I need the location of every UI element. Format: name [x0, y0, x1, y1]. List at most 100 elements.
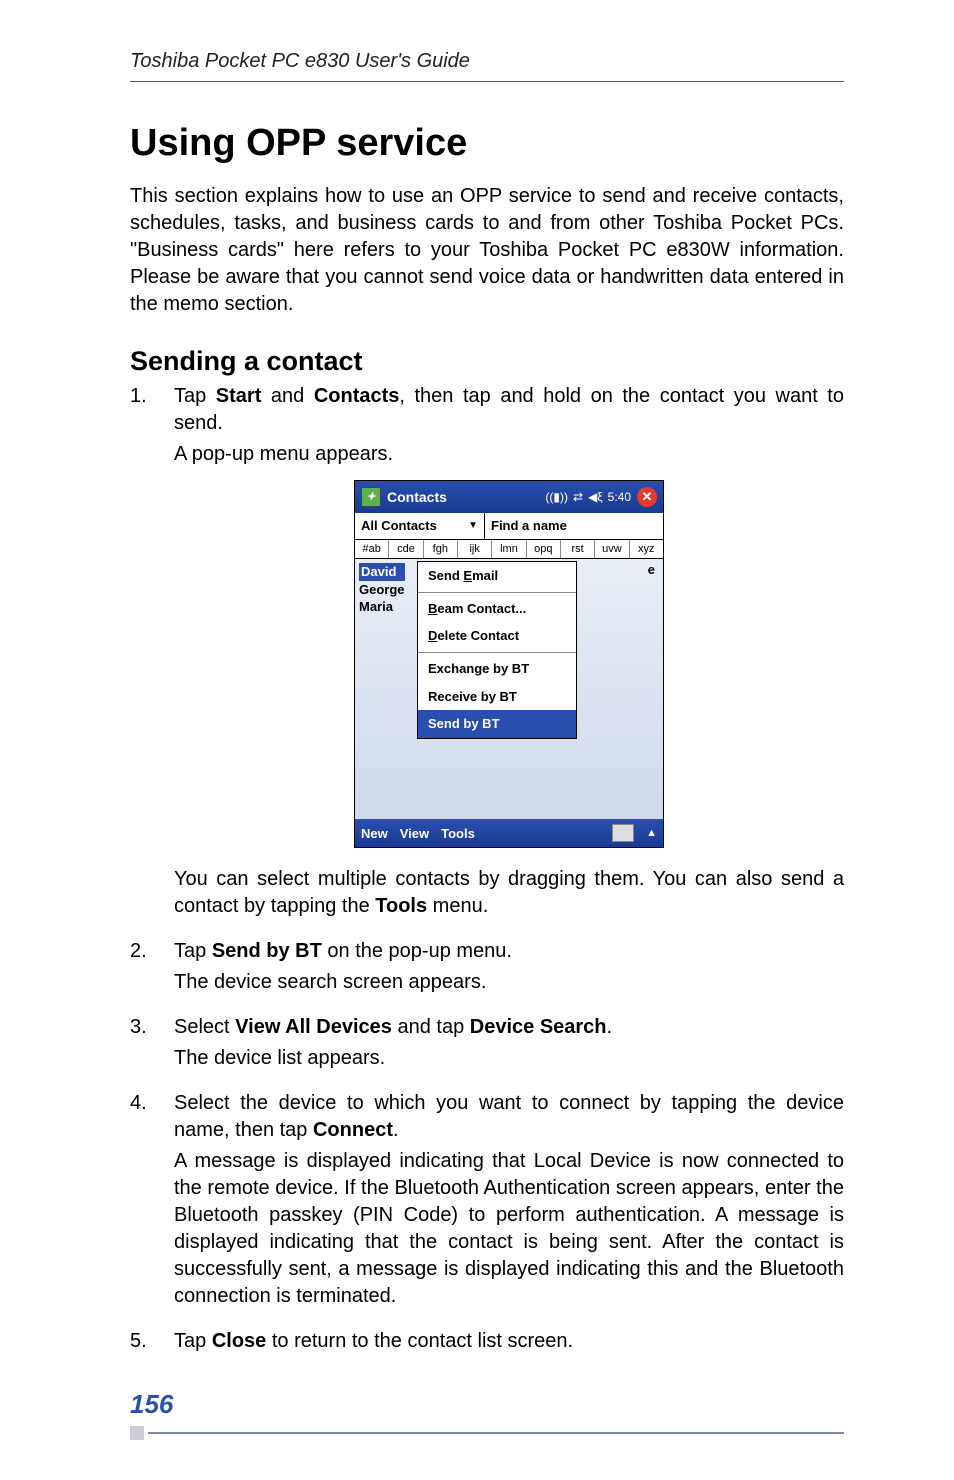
chevron-up-icon[interactable]: ▲ [646, 826, 657, 841]
step-2-line-1: Tap Send by BT on the pop-up menu. [174, 938, 844, 965]
app-title: Contacts [387, 488, 540, 507]
footer-rule [130, 1426, 844, 1440]
text: to return to the contact list screen. [266, 1330, 573, 1352]
contact-david[interactable]: David [359, 563, 405, 581]
bold-device-search: Device Search [470, 1016, 607, 1038]
alpha-tab[interactable]: uvw [595, 540, 629, 559]
text: and tap [392, 1016, 470, 1038]
text: Tap [174, 385, 216, 407]
step-4-line-1: Select the device to which you want to c… [174, 1090, 844, 1144]
step-3-line-2: The device list appears. [174, 1045, 844, 1072]
bold-start: Start [216, 385, 262, 407]
bold-connect: Connect [313, 1119, 393, 1141]
step-1-line-2: A pop-up menu appears. [174, 441, 844, 468]
menu-send-bt[interactable]: Send by BT [418, 710, 576, 738]
text: Tap [174, 940, 212, 962]
titlebar: ✦ Contacts ((▮)) ⇄ ◀ξ 5:40 ✕ [355, 481, 663, 513]
text: eam Contact... [437, 601, 526, 616]
context-menu: Send Email Beam Contact... Delete Contac… [417, 561, 577, 738]
embedded-screenshot: ✦ Contacts ((▮)) ⇄ ◀ξ 5:40 ✕ All Contact… [174, 480, 844, 848]
step-1-line-1: Tap Start and Contacts, then tap and hol… [174, 383, 844, 437]
alpha-tab[interactable]: lmn [492, 540, 526, 559]
contacts-list[interactable]: n e David George Maria Send Email [355, 559, 663, 819]
keyboard-icon[interactable] [612, 824, 634, 842]
bold-send-bt: Send by BT [212, 940, 322, 962]
text: Select [174, 1016, 235, 1038]
text: . [607, 1016, 613, 1038]
footer-square-icon [130, 1426, 144, 1440]
step-5-line-1: Tap Close to return to the contact list … [174, 1328, 844, 1355]
bold-contacts: Contacts [314, 385, 400, 407]
text: . [393, 1119, 399, 1141]
column-headers: n e [570, 561, 655, 579]
step-number: 3. [130, 1014, 174, 1076]
menu-sep [418, 652, 576, 653]
step-1: 1. Tap Start and Contacts, then tap and … [130, 383, 844, 924]
alpha-tab[interactable]: xyz [630, 540, 663, 559]
step-number: 1. [130, 383, 174, 924]
menu-view[interactable]: View [400, 825, 429, 843]
step-3-line-1: Select View All Devices and tap Device S… [174, 1014, 844, 1041]
intro-paragraph: This section explains how to use an OPP … [130, 183, 844, 318]
contacts-filter-dropdown[interactable]: All Contacts ▼ [355, 513, 485, 539]
step-4-line-2: A message is displayed indicating that L… [174, 1148, 844, 1310]
alpha-tab[interactable]: opq [527, 540, 561, 559]
menu-receive-bt[interactable]: Receive by BT [418, 683, 576, 711]
menu-new[interactable]: New [361, 825, 388, 843]
header-rule [130, 81, 844, 82]
text: menu. [427, 895, 488, 917]
alpha-tab[interactable]: #ab [355, 540, 389, 559]
alpha-tab[interactable]: cde [389, 540, 423, 559]
chevron-down-icon: ▼ [468, 519, 478, 533]
contact-george[interactable]: George [359, 581, 405, 599]
menu-delete-contact[interactable]: Delete Contact [418, 622, 576, 650]
close-icon[interactable]: ✕ [637, 487, 657, 507]
step-2: 2. Tap Send by BT on the pop-up menu. Th… [130, 938, 844, 1000]
alpha-tab[interactable]: fgh [424, 540, 458, 559]
sync-icon: ⇄ [573, 489, 583, 505]
start-flag-icon[interactable]: ✦ [361, 487, 381, 507]
bottom-menubar: New View Tools ▲ [355, 819, 663, 847]
contact-names: David George Maria [359, 563, 405, 616]
menu-beam-contact[interactable]: Beam Contact... [418, 595, 576, 623]
step-2-line-2: The device search screen appears. [174, 969, 844, 996]
menu-exchange-bt[interactable]: Exchange by BT [418, 655, 576, 683]
bold-view-all: View All Devices [235, 1016, 392, 1038]
text: Tap [174, 1330, 212, 1352]
text: on the pop-up menu. [322, 940, 512, 962]
signal-icon: ((▮)) [545, 489, 568, 505]
underline: D [428, 628, 437, 643]
alpha-tab[interactable]: ijk [458, 540, 492, 559]
contact-maria[interactable]: Maria [359, 598, 405, 616]
text: Send [428, 568, 463, 583]
bold-tools: Tools [375, 895, 427, 917]
step-1-after: You can select multiple contacts by drag… [174, 866, 844, 920]
alpha-index[interactable]: #ab cde fgh ijk lmn opq rst uvw xyz [355, 540, 663, 560]
page-title: Using OPP service [130, 122, 844, 165]
step-5: 5. Tap Close to return to the contact li… [130, 1328, 844, 1359]
text: elete Contact [437, 628, 519, 643]
footer-bar [148, 1432, 844, 1434]
subheading: Sending a contact [130, 346, 844, 377]
step-3: 3. Select View All Devices and tap Devic… [130, 1014, 844, 1076]
col-e: e [648, 561, 655, 579]
step-number: 2. [130, 938, 174, 1000]
bold-close: Close [212, 1330, 266, 1352]
pocket-pc-screen: ✦ Contacts ((▮)) ⇄ ◀ξ 5:40 ✕ All Contact… [354, 480, 664, 848]
menu-tools[interactable]: Tools [441, 825, 475, 843]
underline: E [463, 568, 472, 583]
underline: B [428, 601, 437, 616]
text: mail [472, 568, 498, 583]
step-number: 5. [130, 1328, 174, 1359]
menu-send-email[interactable]: Send Email [418, 562, 576, 590]
volume-icon: ◀ξ [588, 489, 603, 505]
text: Select the device to which you want to c… [174, 1092, 844, 1141]
find-input[interactable]: Find a name [485, 513, 663, 539]
step-4: 4. Select the device to which you want t… [130, 1090, 844, 1314]
filter-bar: All Contacts ▼ Find a name [355, 513, 663, 540]
text: You can select multiple contacts by drag… [174, 868, 844, 917]
step-number: 4. [130, 1090, 174, 1314]
alpha-tab[interactable]: rst [561, 540, 595, 559]
menu-sep [418, 592, 576, 593]
page-number: 156 [130, 1389, 844, 1420]
